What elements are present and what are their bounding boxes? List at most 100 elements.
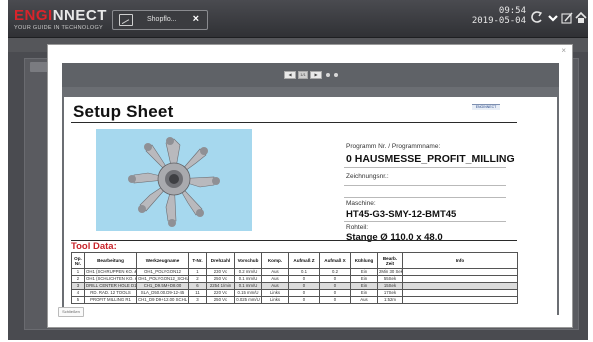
table-row: 1OH1 (SCHRUPPEN KO. & PLAN)OH1_POLYGON12… bbox=[71, 268, 518, 276]
table-cell: 11 bbox=[188, 289, 207, 297]
rohteil-value: Stange Ø 110.0 x 48.0 bbox=[346, 232, 443, 243]
close-tab-icon[interactable]: × bbox=[193, 13, 199, 25]
table-cell: 0.15 mm/U bbox=[234, 289, 262, 297]
close-modal-button[interactable]: Schließen bbox=[58, 307, 84, 317]
next-page-button[interactable]: ▶ bbox=[310, 71, 322, 79]
clock-time: 09:54 bbox=[498, 6, 526, 16]
table-cell: 1 bbox=[188, 268, 207, 276]
table-cell: 250 Vc bbox=[206, 296, 235, 304]
table-row: 3DRILL CENTER HOLE D10.00CH1_D9.5M+D8.00… bbox=[71, 282, 518, 290]
logo-red-part: ENGI bbox=[14, 7, 53, 24]
logo-rest-part: NNECT bbox=[52, 7, 107, 24]
programm-value: 0 HAUSMESSE_PROFIT_MILLING bbox=[346, 153, 515, 165]
table-cell: 0 bbox=[288, 275, 320, 283]
table-cell: OH1 (SCHLICHTEN KO. & PLAN) bbox=[84, 275, 137, 283]
table-cell: 0 bbox=[288, 282, 320, 290]
tooldata-divider bbox=[71, 240, 517, 241]
viewer-toolbar: ◀ 1/1 ▶ bbox=[62, 63, 559, 87]
logo-tagline: YOUR GUIDE IN TECHNOLOGY bbox=[14, 25, 103, 31]
table-cell bbox=[402, 268, 518, 276]
tab-shopfloor[interactable]: Shopflo... × bbox=[112, 10, 208, 30]
table-cell: Aus bbox=[261, 268, 289, 276]
table-cell: Links bbox=[261, 296, 289, 304]
setup-sheet-modal: × ◀ 1/1 ▶ Setup Sheet ENGINNECT Programm… bbox=[47, 44, 573, 328]
table-cell bbox=[402, 282, 518, 290]
tool-table-header-cell: Bearb. Zeit bbox=[377, 252, 403, 269]
maschine-label: Maschine: bbox=[346, 200, 376, 207]
page-input[interactable]: 1/1 bbox=[298, 71, 308, 79]
zoom-out-icon[interactable] bbox=[326, 73, 330, 77]
table-cell: OH1 (SCHRUPPEN KO. & PLAN) bbox=[84, 268, 137, 276]
tool-data-label: Tool Data: bbox=[71, 241, 117, 252]
part-image bbox=[96, 129, 252, 231]
table-cell: Aus bbox=[350, 296, 378, 304]
brand-logo: ENGINNECT bbox=[14, 7, 107, 24]
tool-table-header-cell: Info bbox=[402, 252, 518, 269]
zoom-in-icon[interactable] bbox=[334, 73, 338, 77]
table-cell: 2 bbox=[188, 275, 207, 283]
table-cell: Aus bbox=[261, 275, 289, 283]
table-cell: DRILL CENTER HOLE D10.00 bbox=[84, 282, 137, 290]
modal-close-icon[interactable]: × bbox=[561, 46, 566, 55]
table-cell bbox=[402, 289, 518, 297]
zeichnung-line-2 bbox=[344, 197, 506, 198]
setup-sheet-page: Setup Sheet ENGINNECT Programm Nr. / Pro… bbox=[64, 97, 557, 315]
table-cell: 0.2 bbox=[319, 268, 351, 276]
edit-icon[interactable] bbox=[561, 11, 573, 27]
document-viewer: ◀ 1/1 ▶ Setup Sheet ENGINNECT Programm N… bbox=[62, 63, 559, 315]
table-cell: CH1_D9.5M+D8.00 bbox=[136, 282, 189, 290]
zeichnung-line bbox=[344, 185, 506, 186]
chevron-down-icon[interactable] bbox=[547, 11, 559, 27]
tool-table-header-cell: Vorschub bbox=[234, 252, 262, 269]
table-cell: Ein bbox=[350, 289, 378, 297]
refresh-icon[interactable] bbox=[531, 11, 543, 27]
top-bar: ENGINNECT YOUR GUIDE IN TECHNOLOGY Shopf… bbox=[8, 0, 588, 38]
zeichnung-label: Zeichnungsnr.: bbox=[346, 173, 389, 180]
tool-table-header-cell: Drehzahl bbox=[206, 252, 235, 269]
tool-table-header-cell: Op. Nr. bbox=[71, 252, 85, 269]
table-cell: 4 bbox=[71, 289, 85, 297]
prev-page-button[interactable]: ◀ bbox=[284, 71, 296, 79]
title-divider bbox=[71, 122, 517, 123]
table-cell: 250 Vc bbox=[206, 275, 235, 283]
table-cell: RD. RAD. 12 TOOLS bbox=[84, 289, 137, 297]
tool-table-header-cell: Komp. bbox=[261, 252, 289, 269]
tool-table-header-cell: Bearbeitung bbox=[84, 252, 137, 269]
clock: 09:54 2019-05-04 bbox=[464, 6, 526, 27]
table-cell: PROFIT MILLING R1 bbox=[84, 296, 137, 304]
programm-line bbox=[344, 167, 506, 168]
table-cell: Ein bbox=[350, 268, 378, 276]
table-cell: OH1_POLYGON12_SCHL bbox=[136, 275, 189, 283]
table-cell: 17Sek bbox=[377, 289, 403, 297]
brand-mark: ENGINNECT bbox=[472, 104, 500, 110]
maschine-value: HT45-G3-SMY-12-BMT45 bbox=[346, 209, 457, 220]
tool-table-body: 1OH1 (SCHRUPPEN KO. & PLAN)OH1_POLYGON12… bbox=[71, 268, 518, 304]
table-cell: 0.2 mm/U bbox=[234, 268, 262, 276]
table-cell: 1:52m bbox=[377, 296, 403, 304]
rohteil-label: Rohteil: bbox=[346, 224, 369, 231]
table-cell: 0.1 mm/U bbox=[234, 282, 262, 290]
table-cell: 3 bbox=[188, 296, 207, 304]
programm-label: Programm Nr. / Programmname: bbox=[346, 143, 441, 150]
shopfloor-icon bbox=[119, 14, 133, 26]
table-cell: 0 bbox=[319, 275, 351, 283]
tool-table-header-cell: Aufmaß Z bbox=[288, 252, 320, 269]
tool-table-header-cell: Werkzeugname bbox=[136, 252, 189, 269]
table-cell: 0 bbox=[319, 289, 351, 297]
maschine-line bbox=[344, 221, 506, 222]
table-cell: 220 Vc bbox=[206, 289, 235, 297]
table-cell: 5 bbox=[71, 296, 85, 304]
table-cell: Ein bbox=[350, 275, 378, 283]
table-cell: 0 bbox=[288, 296, 320, 304]
tool-table-header: Op. Nr. Bearbeitung Werkzeugname T-Nr. Drehz… bbox=[71, 252, 518, 269]
tool-table-header-cell: T-Nr. bbox=[188, 252, 207, 269]
table-row: 4 RD. RAD. 12 TOOLS SLA_D50.00.D9-12-45 11 2… bbox=[71, 289, 518, 297]
table-cell bbox=[402, 296, 518, 304]
tool-table: Op. Nr. Bearbeitung Werkzeugname T-Nr. Drehz… bbox=[71, 252, 518, 304]
table-cell: 1 bbox=[71, 268, 85, 276]
table-cell: 2Min 30 Sek bbox=[377, 268, 403, 276]
table-cell: 230 Vc bbox=[206, 268, 235, 276]
table-cell: 2 bbox=[71, 275, 85, 283]
home-icon[interactable] bbox=[575, 11, 587, 27]
tool-table-header-cell: Kühlung bbox=[350, 252, 378, 269]
